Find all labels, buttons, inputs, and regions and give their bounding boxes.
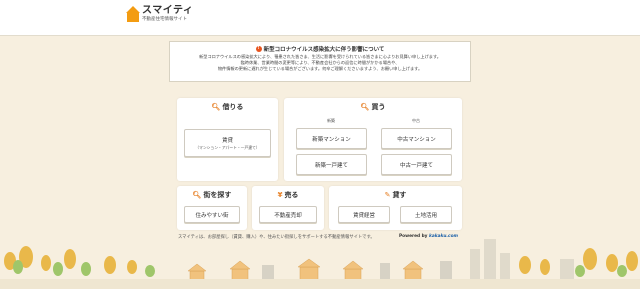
rent-button-label: 賃貸 bbox=[221, 137, 233, 144]
yen-icon: ¥ bbox=[277, 191, 283, 199]
logo-title: スマイティ bbox=[142, 5, 194, 16]
rent-button-sublabel: （マンション・アパート・一戸建て） bbox=[195, 144, 260, 150]
header: スマイティ 不動産住宅情報サイト bbox=[0, 0, 640, 36]
search-icon: 🔍︎ bbox=[360, 103, 370, 111]
notice-title-row: ! 新型コロナウイルス感染拡大に伴う影響について bbox=[170, 45, 470, 53]
logo-subtitle: 不動産住宅情報サイト bbox=[142, 17, 187, 22]
alert-icon: ! bbox=[255, 46, 262, 52]
rent-card-title: 🔍︎ 借りる bbox=[177, 102, 278, 112]
town-illustration bbox=[0, 239, 640, 289]
used-house-label: 中古一戸建て bbox=[399, 162, 433, 169]
rent-button[interactable]: 賃貸 （マンション・アパート・一戸建て） bbox=[184, 129, 271, 157]
notice-title: 新型コロナウイルス感染拡大に伴う影響について bbox=[263, 47, 385, 53]
buy-title: 買う bbox=[371, 103, 386, 111]
rent-title: 借りる bbox=[222, 103, 244, 111]
new-house-label: 新築一戸建て bbox=[314, 162, 348, 169]
tag-new: 新築 bbox=[327, 118, 335, 123]
covid-notice: ! 新型コロナウイルス感染拡大に伴う影響について 新型コロナウイルスの感染拡大に… bbox=[169, 41, 471, 82]
house-logo-icon bbox=[126, 6, 140, 22]
used-mansion-button[interactable]: 中古マンション bbox=[381, 128, 452, 149]
notice-body: 新型コロナウイルスの感染拡大により、罹患された皆さま、生活に影響を受けられている… bbox=[170, 54, 470, 72]
tag-used: 中古 bbox=[412, 118, 420, 123]
new-mansion-label: 新築マンション bbox=[312, 136, 351, 143]
used-mansion-label: 中古マンション bbox=[397, 136, 436, 143]
lend-card-title: ✎ 貸す bbox=[329, 190, 462, 200]
town-title: 街を探す bbox=[203, 191, 232, 199]
search-icon: 🔍︎ bbox=[192, 191, 202, 199]
notice-line: 物件情報の更新に遅れが生じている場合がございます。何卒ご理解くださいますよう、お… bbox=[217, 66, 423, 71]
buy-card: 🔍︎ 買う 新築 中古 新築マンション 中古マンション 新築一戸建て 中古一戸建… bbox=[284, 98, 462, 181]
used-house-button[interactable]: 中古一戸建て bbox=[381, 154, 452, 175]
sell-card-title: ¥ 売る bbox=[252, 190, 324, 200]
new-mansion-button[interactable]: 新築マンション bbox=[296, 128, 367, 149]
logo[interactable]: スマイティ 不動産住宅情報サイト bbox=[126, 6, 193, 23]
search-icon: 🔍︎ bbox=[211, 103, 221, 111]
lend-title: 貸す bbox=[392, 191, 407, 199]
rent-card: 🔍︎ 借りる 賃貸 （マンション・アパート・一戸建て） bbox=[177, 98, 278, 181]
pencil-icon: ✎ bbox=[384, 191, 391, 199]
buy-card-title: 🔍︎ 買う bbox=[284, 102, 462, 112]
town-card-title: 🔍︎ 街を探す bbox=[177, 190, 247, 200]
sell-title: 売る bbox=[284, 191, 299, 199]
new-house-button[interactable]: 新築一戸建て bbox=[296, 154, 367, 175]
